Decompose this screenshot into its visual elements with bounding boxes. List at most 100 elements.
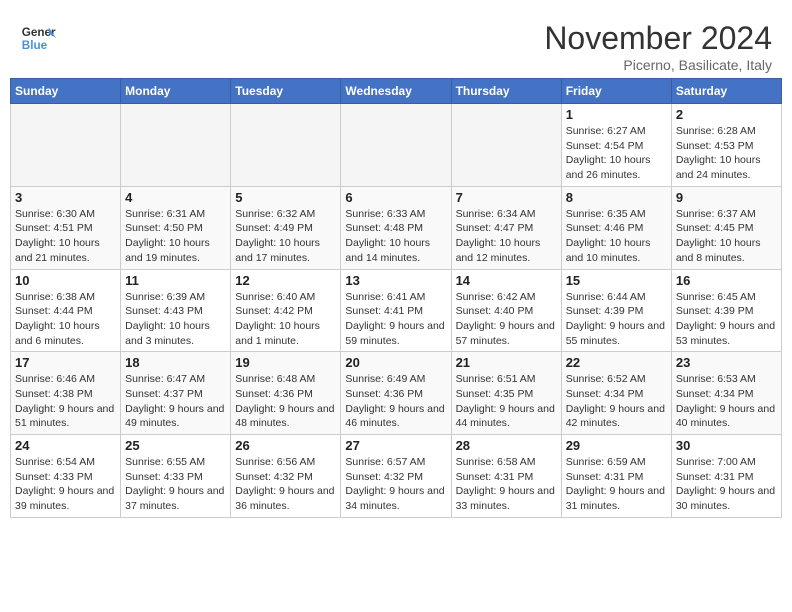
day-number: 1 (566, 107, 667, 122)
calendar-cell: 2 Sunrise: 6:28 AM Sunset: 4:53 PM Daylig… (671, 104, 781, 187)
day-info: Sunrise: 6:33 AM Sunset: 4:48 PM Dayligh… (345, 207, 446, 266)
calendar-cell (341, 104, 451, 187)
calendar-cell: 29 Sunrise: 6:59 AM Sunset: 4:31 PM Dayli… (561, 435, 671, 518)
day-info: Sunrise: 6:40 AM Sunset: 4:42 PM Dayligh… (235, 290, 336, 349)
day-number: 24 (15, 438, 116, 453)
day-info: Sunrise: 6:52 AM Sunset: 4:34 PM Dayligh… (566, 372, 667, 431)
calendar-week-4: 17 Sunrise: 6:46 AM Sunset: 4:38 PM Dayli… (11, 352, 782, 435)
day-number: 22 (566, 355, 667, 370)
calendar-cell: 16Sunrise: 6:45 AM Sunset: 4:39 PM Dayli… (671, 269, 781, 352)
calendar-cell: 23 Sunrise: 6:53 AM Sunset: 4:34 PM Dayli… (671, 352, 781, 435)
weekday-header-saturday: Saturday (671, 79, 781, 104)
calendar-cell: 13 Sunrise: 6:41 AM Sunset: 4:41 PM Dayli… (341, 269, 451, 352)
weekday-header-row: SundayMondayTuesdayWednesdayThursdayFrid… (11, 79, 782, 104)
day-info: Sunrise: 6:59 AM Sunset: 4:31 PM Dayligh… (566, 455, 667, 514)
day-number: 29 (566, 438, 667, 453)
calendar-cell: 14 Sunrise: 6:42 AM Sunset: 4:40 PM Dayli… (451, 269, 561, 352)
calendar-cell: 18 Sunrise: 6:47 AM Sunset: 4:37 PM Dayli… (121, 352, 231, 435)
calendar-cell: 24 Sunrise: 6:54 AM Sunset: 4:33 PM Dayli… (11, 435, 121, 518)
day-number: 3 (15, 190, 116, 205)
day-number: 25 (125, 438, 226, 453)
calendar-table: SundayMondayTuesdayWednesdayThursdayFrid… (10, 78, 782, 518)
title-block: November 2024 Picerno, Basilicate, Italy (544, 20, 772, 73)
day-number: 21 (456, 355, 557, 370)
weekday-header-sunday: Sunday (11, 79, 121, 104)
day-info: Sunrise: 6:57 AM Sunset: 4:32 PM Dayligh… (345, 455, 446, 514)
calendar-cell: 8Sunrise: 6:35 AM Sunset: 4:46 PM Daylig… (561, 186, 671, 269)
calendar-cell: 3Sunrise: 6:30 AM Sunset: 4:51 PM Daylig… (11, 186, 121, 269)
calendar-cell: 5Sunrise: 6:32 AM Sunset: 4:49 PM Daylig… (231, 186, 341, 269)
day-info: Sunrise: 6:53 AM Sunset: 4:34 PM Dayligh… (676, 372, 777, 431)
weekday-header-thursday: Thursday (451, 79, 561, 104)
day-number: 15 (566, 273, 667, 288)
day-info: Sunrise: 6:42 AM Sunset: 4:40 PM Dayligh… (456, 290, 557, 349)
day-info: Sunrise: 6:56 AM Sunset: 4:32 PM Dayligh… (235, 455, 336, 514)
calendar-cell: 25Sunrise: 6:55 AM Sunset: 4:33 PM Dayli… (121, 435, 231, 518)
calendar-cell: 17 Sunrise: 6:46 AM Sunset: 4:38 PM Dayli… (11, 352, 121, 435)
calendar-week-2: 3Sunrise: 6:30 AM Sunset: 4:51 PM Daylig… (11, 186, 782, 269)
day-info: Sunrise: 6:54 AM Sunset: 4:33 PM Dayligh… (15, 455, 116, 514)
day-number: 12 (235, 273, 336, 288)
day-info: Sunrise: 6:49 AM Sunset: 4:36 PM Dayligh… (345, 372, 446, 431)
day-info: Sunrise: 6:31 AM Sunset: 4:50 PM Dayligh… (125, 207, 226, 266)
calendar-cell (231, 104, 341, 187)
day-number: 20 (345, 355, 446, 370)
day-info: Sunrise: 6:47 AM Sunset: 4:37 PM Dayligh… (125, 372, 226, 431)
calendar-cell: 28 Sunrise: 6:58 AM Sunset: 4:31 PM Dayli… (451, 435, 561, 518)
day-info: Sunrise: 6:27 AM Sunset: 4:54 PM Dayligh… (566, 124, 667, 183)
calendar-cell: 27Sunrise: 6:57 AM Sunset: 4:32 PM Dayli… (341, 435, 451, 518)
calendar-cell: 22 Sunrise: 6:52 AM Sunset: 4:34 PM Dayli… (561, 352, 671, 435)
calendar-week-3: 10Sunrise: 6:38 AM Sunset: 4:44 PM Dayli… (11, 269, 782, 352)
day-info: Sunrise: 6:45 AM Sunset: 4:39 PM Dayligh… (676, 290, 777, 349)
day-number: 19 (235, 355, 336, 370)
calendar-cell: 7 Sunrise: 6:34 AM Sunset: 4:47 PM Daylig… (451, 186, 561, 269)
day-number: 11 (125, 273, 226, 288)
calendar-cell (451, 104, 561, 187)
day-info: Sunrise: 6:48 AM Sunset: 4:36 PM Dayligh… (235, 372, 336, 431)
day-info: Sunrise: 6:41 AM Sunset: 4:41 PM Dayligh… (345, 290, 446, 349)
day-info: Sunrise: 6:34 AM Sunset: 4:47 PM Dayligh… (456, 207, 557, 266)
page-header: General Blue November 2024 Picerno, Basi… (10, 10, 782, 78)
calendar-cell: 6Sunrise: 6:33 AM Sunset: 4:48 PM Daylig… (341, 186, 451, 269)
day-info: Sunrise: 6:32 AM Sunset: 4:49 PM Dayligh… (235, 207, 336, 266)
calendar-body: 1 Sunrise: 6:27 AM Sunset: 4:54 PM Daylig… (11, 104, 782, 518)
day-info: Sunrise: 6:39 AM Sunset: 4:43 PM Dayligh… (125, 290, 226, 349)
calendar-cell: 19 Sunrise: 6:48 AM Sunset: 4:36 PM Dayli… (231, 352, 341, 435)
day-number: 4 (125, 190, 226, 205)
calendar-cell: 30Sunrise: 7:00 AM Sunset: 4:31 PM Dayli… (671, 435, 781, 518)
day-info: Sunrise: 6:58 AM Sunset: 4:31 PM Dayligh… (456, 455, 557, 514)
calendar-week-5: 24 Sunrise: 6:54 AM Sunset: 4:33 PM Dayli… (11, 435, 782, 518)
month-title: November 2024 (544, 20, 772, 57)
day-info: Sunrise: 7:00 AM Sunset: 4:31 PM Dayligh… (676, 455, 777, 514)
weekday-header-wednesday: Wednesday (341, 79, 451, 104)
day-number: 18 (125, 355, 226, 370)
day-info: Sunrise: 6:37 AM Sunset: 4:45 PM Dayligh… (676, 207, 777, 266)
calendar-cell: 11 Sunrise: 6:39 AM Sunset: 4:43 PM Dayli… (121, 269, 231, 352)
weekday-header-tuesday: Tuesday (231, 79, 341, 104)
day-number: 2 (676, 107, 777, 122)
calendar-week-1: 1 Sunrise: 6:27 AM Sunset: 4:54 PM Daylig… (11, 104, 782, 187)
calendar-cell: 4 Sunrise: 6:31 AM Sunset: 4:50 PM Daylig… (121, 186, 231, 269)
day-number: 9 (676, 190, 777, 205)
calendar-cell: 21 Sunrise: 6:51 AM Sunset: 4:35 PM Dayli… (451, 352, 561, 435)
location: Picerno, Basilicate, Italy (544, 57, 772, 73)
day-number: 7 (456, 190, 557, 205)
day-info: Sunrise: 6:44 AM Sunset: 4:39 PM Dayligh… (566, 290, 667, 349)
day-info: Sunrise: 6:35 AM Sunset: 4:46 PM Dayligh… (566, 207, 667, 266)
day-number: 23 (676, 355, 777, 370)
day-info: Sunrise: 6:51 AM Sunset: 4:35 PM Dayligh… (456, 372, 557, 431)
calendar-cell: 10Sunrise: 6:38 AM Sunset: 4:44 PM Dayli… (11, 269, 121, 352)
day-info: Sunrise: 6:28 AM Sunset: 4:53 PM Dayligh… (676, 124, 777, 183)
day-number: 13 (345, 273, 446, 288)
calendar-cell: 15 Sunrise: 6:44 AM Sunset: 4:39 PM Dayli… (561, 269, 671, 352)
day-number: 10 (15, 273, 116, 288)
day-number: 14 (456, 273, 557, 288)
day-info: Sunrise: 6:46 AM Sunset: 4:38 PM Dayligh… (15, 372, 116, 431)
logo: General Blue (20, 20, 56, 56)
weekday-header-monday: Monday (121, 79, 231, 104)
calendar-cell (121, 104, 231, 187)
calendar-cell: 1 Sunrise: 6:27 AM Sunset: 4:54 PM Daylig… (561, 104, 671, 187)
weekday-header-friday: Friday (561, 79, 671, 104)
day-number: 28 (456, 438, 557, 453)
day-number: 17 (15, 355, 116, 370)
